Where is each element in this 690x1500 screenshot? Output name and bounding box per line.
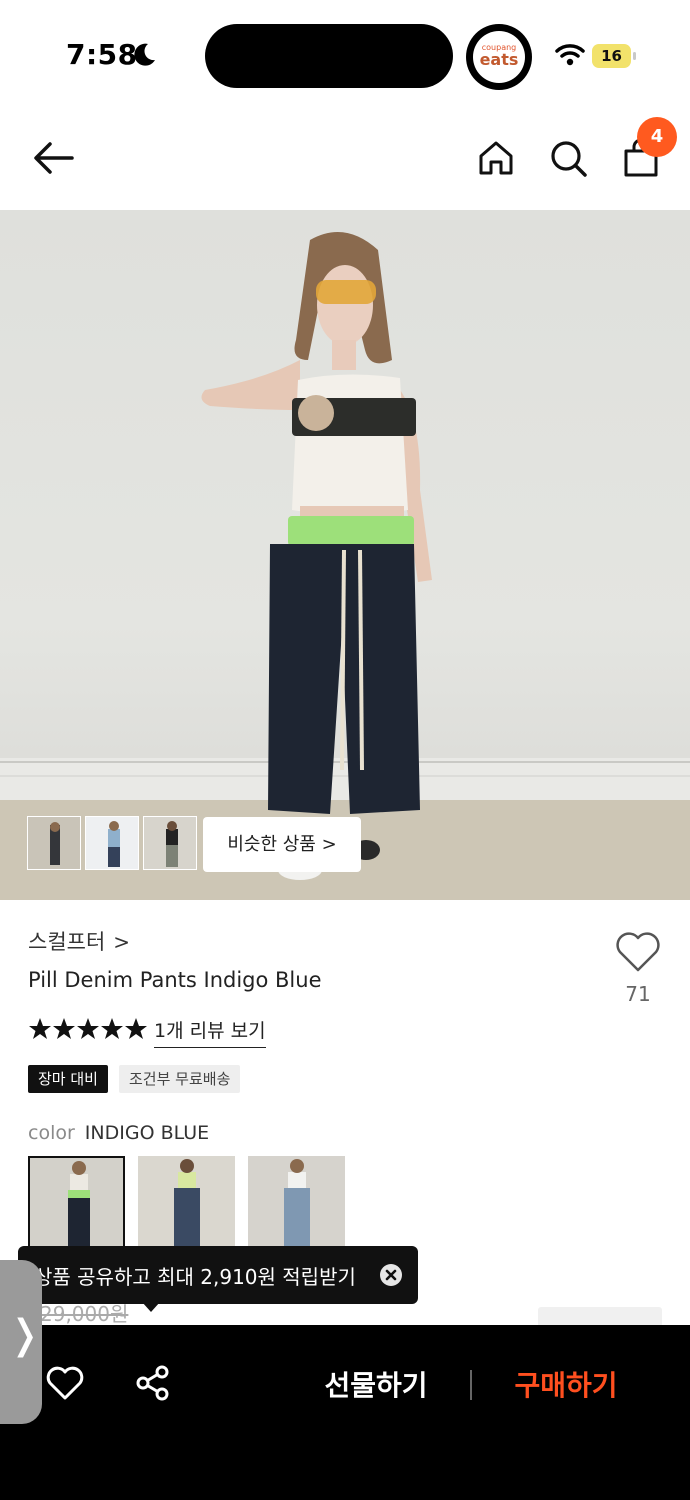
action-divider <box>470 1370 472 1400</box>
moon-icon <box>134 43 155 66</box>
cart-count-badge: 4 <box>637 117 677 157</box>
star-icon <box>29 1018 51 1039</box>
color-label: color <box>28 1122 75 1144</box>
star-icon <box>53 1018 75 1039</box>
star-icon <box>77 1018 99 1039</box>
side-drawer-handle[interactable]: ❭ <box>0 1260 42 1424</box>
star-icon <box>101 1018 123 1039</box>
search-icon[interactable] <box>548 138 588 178</box>
star-icon <box>125 1018 147 1039</box>
tooltip-text: 상품 공유하고 최대 2,910원 적립받기 <box>34 1265 356 1289</box>
bottom-action-bar <box>0 1325 690 1500</box>
battery-level: 16 <box>592 44 631 68</box>
home-icon[interactable] <box>476 138 516 178</box>
close-icon[interactable] <box>380 1264 402 1286</box>
view-reviews-link[interactable]: 1개 리뷰 보기 <box>154 1016 266 1048</box>
wishlist-heart-icon[interactable] <box>46 1365 84 1401</box>
gift-button[interactable]: 선물하기 <box>312 1364 440 1404</box>
rating-stars <box>29 1018 147 1039</box>
heart-icon[interactable] <box>614 930 662 974</box>
coupon-button[interactable] <box>538 1307 662 1327</box>
product-title: Pill Denim Pants Indigo Blue <box>28 968 322 992</box>
brand-link[interactable]: 스컬프터 > <box>28 926 130 956</box>
back-arrow-icon[interactable] <box>32 140 76 176</box>
free-shipping-badge: 조건부 무료배송 <box>119 1065 241 1093</box>
chevron-right-icon: ❭ <box>8 1312 42 1358</box>
status-time: 7:58 <box>66 38 138 71</box>
brand-name: 스컬프터 <box>28 930 106 954</box>
status-bar: 7:58 coupang eats 16 <box>0 0 690 110</box>
product-photo <box>0 232 690 900</box>
color-swatch-2[interactable] <box>138 1156 235 1252</box>
share-reward-tooltip: 상품 공유하고 최대 2,910원 적립받기 <box>18 1246 418 1304</box>
top-nav: 4 <box>0 110 690 210</box>
similar-products-button[interactable]: 비슷한 상품 > <box>203 817 361 872</box>
thumbnail-1[interactable] <box>27 816 81 870</box>
color-swatch-1[interactable] <box>28 1156 125 1252</box>
rain-season-badge: 장마 대비 <box>28 1065 108 1093</box>
color-value: INDIGO BLUE <box>84 1122 210 1144</box>
dynamic-island <box>205 24 453 88</box>
tooltip-arrow <box>142 1302 160 1312</box>
chevron-right-icon: > <box>113 930 131 954</box>
wifi-icon <box>555 44 585 66</box>
share-icon[interactable] <box>135 1365 171 1401</box>
wish-count: 71 <box>625 982 651 1006</box>
thumbnail-3[interactable] <box>143 816 197 870</box>
coupang-eats-live-activity[interactable]: coupang eats <box>466 24 532 90</box>
battery-indicator: 16 <box>592 44 636 68</box>
color-swatch-3[interactable] <box>248 1156 345 1252</box>
color-selector-label: color INDIGO BLUE <box>28 1122 209 1144</box>
product-image[interactable]: 비슷한 상품 > <box>0 210 690 900</box>
thumbnail-2[interactable] <box>85 816 139 870</box>
buy-button[interactable]: 구매하기 <box>502 1364 630 1404</box>
eats-brand-big: eats <box>479 50 519 69</box>
